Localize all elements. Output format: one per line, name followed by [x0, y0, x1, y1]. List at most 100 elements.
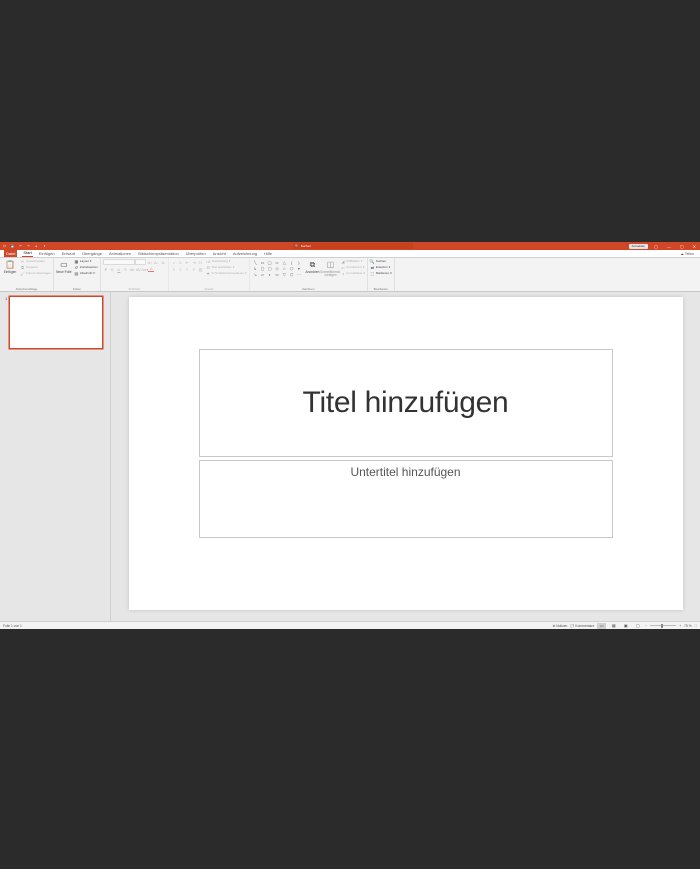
font-color-button[interactable]: A [148, 266, 154, 272]
text-direction-button[interactable]: ↕ATextrichtung ▾ [206, 259, 247, 264]
shapes-more-button[interactable]: ⋯ [297, 272, 301, 277]
comments-button[interactable]: 💬 Kommentare [570, 624, 594, 628]
text-direction-icon: ↕A [206, 259, 211, 264]
redo-icon[interactable]: ↷ [26, 244, 31, 248]
quick-access-toolbar: ⏻ 💾 ↶ ↷ ▸ ▾ [2, 244, 47, 248]
strike-button[interactable]: S [122, 266, 128, 272]
align-left-button[interactable]: ≡ [171, 266, 177, 272]
shape-effects-icon: ◑ [340, 271, 345, 276]
shape-triangle-icon: △ [283, 260, 286, 265]
reset-button[interactable]: ↺Zurücksetzen [74, 265, 98, 270]
tab-recording[interactable]: Aufzeichnung [232, 250, 258, 258]
shape-effects-button[interactable]: ◑Formeffekte ▾ [340, 271, 364, 276]
arrange-button[interactable]: ⧉ Anordnen [304, 259, 320, 274]
new-slide-icon: ▭ [58, 259, 69, 270]
line-spacing-button[interactable]: ≡↕ [198, 259, 204, 265]
shape-outline-button[interactable]: ▭Formkontur ▾ [340, 265, 364, 270]
tab-home[interactable]: Start [22, 249, 32, 258]
tab-design[interactable]: Entwurf [61, 250, 77, 258]
zoom-out-button[interactable]: − [645, 624, 647, 628]
italic-button[interactable]: K [109, 266, 115, 272]
fit-to-window-button[interactable]: ⛶ [695, 624, 697, 628]
thumbnail-number: 1 [5, 296, 7, 349]
numbering-button[interactable]: 1. [178, 259, 184, 265]
format-painter-button[interactable]: 🖌Format übertragen [20, 271, 51, 276]
justify-button[interactable]: ≡ [191, 266, 197, 272]
tab-review[interactable]: Überprüfen [185, 250, 207, 258]
reset-icon: ↺ [74, 265, 79, 270]
shape-hexagon-icon: ⬡ [290, 266, 294, 271]
decrease-indent-button[interactable]: ⇤ [184, 259, 190, 265]
notes-button[interactable]: ≐ Notizen [553, 624, 568, 628]
ribbon-tabs: Datei Start Einfügen Entwurf Übergänge A… [0, 250, 700, 258]
tab-slideshow[interactable]: Bildschirmpräsentation [137, 250, 179, 258]
powerpoint-window: ⏻ 💾 ↶ ↷ ▸ ▾ Präsentation1 - PowerPoint 🔍… [0, 242, 700, 629]
status-bar: Folie 1 von 1 ≐ Notizen 💬 Kommentare ▭ ▦… [0, 621, 700, 629]
align-text-icon: ⊟ [206, 265, 211, 270]
convert-smartart-button[interactable]: ⬘In SmartArt konvertieren ▾ [206, 271, 247, 276]
save-icon[interactable]: 💾 [10, 244, 15, 248]
autosave-toggle[interactable]: ⏻ [2, 244, 7, 248]
view-sorter-button[interactable]: ▦ [609, 623, 618, 629]
ribbon-display-options[interactable]: ▢ [651, 244, 661, 249]
increase-indent-button[interactable]: ⇥ [191, 259, 197, 265]
underline-button[interactable]: U [116, 266, 122, 272]
slide-counter[interactable]: Folie 1 von 1 [3, 624, 22, 628]
shape-callout-icon: ◇ [276, 266, 279, 271]
copy-button[interactable]: ⧉Kopieren [20, 265, 51, 270]
change-case-button[interactable]: Aa▾ [142, 266, 148, 272]
quick-styles-button[interactable]: ◫ Schnellformat-vorlagen [322, 259, 338, 278]
align-text-button[interactable]: ⊟Text ausrichten ▾ [206, 265, 247, 270]
tab-animations[interactable]: Animationen [108, 250, 132, 258]
font-size-combo[interactable] [135, 259, 146, 265]
shadow-button[interactable]: ab [129, 266, 135, 272]
view-normal-button[interactable]: ▭ [597, 623, 606, 629]
qat-customize-icon[interactable]: ▾ [42, 244, 47, 248]
minimize-button[interactable]: — [664, 244, 674, 249]
find-button[interactable]: 🔍Suchen [370, 259, 392, 264]
sign-in-button[interactable]: Anmelden [629, 244, 649, 249]
view-reading-button[interactable]: ▣ [621, 623, 630, 629]
font-name-combo[interactable] [103, 259, 135, 265]
tab-view[interactable]: Ansicht [212, 250, 227, 258]
undo-icon[interactable]: ↶ [18, 244, 23, 248]
shape-fill-button[interactable]: ◢Füllfarben ▾ [340, 259, 364, 264]
slide-thumbnail-1[interactable] [9, 296, 103, 349]
align-center-button[interactable]: ≡ [178, 266, 184, 272]
increase-font-icon[interactable]: A↑ [147, 259, 153, 265]
search-box[interactable]: 🔍 Suchen [293, 243, 413, 249]
shapes-gallery[interactable]: ╲▭◯⇨△{} ↳▢▢◇☆⬡▾ ↘▱◐⇦▽⬠⋯ [252, 259, 303, 278]
slide[interactable]: Titel hinzufügen Untertitel hinzufügen [129, 297, 683, 610]
tab-help[interactable]: Hilfe [263, 250, 273, 258]
align-right-button[interactable]: ≡ [184, 266, 190, 272]
zoom-slider[interactable] [650, 625, 676, 626]
tab-insert[interactable]: Einfügen [38, 250, 56, 258]
tab-transitions[interactable]: Übergänge [81, 250, 103, 258]
new-slide-button[interactable]: ▭ Neue Folie [56, 259, 72, 274]
decrease-font-icon[interactable]: A↓ [153, 259, 159, 265]
bold-button[interactable]: F [103, 266, 109, 272]
title-placeholder[interactable]: Titel hinzufügen [199, 349, 613, 457]
replace-button[interactable]: ⇄Ersetzen ▾ [370, 265, 392, 270]
zoom-percentage[interactable]: 75 % [684, 624, 692, 628]
zoom-in-button[interactable]: + [679, 624, 681, 628]
share-button[interactable]: ☁ Teilen [680, 252, 694, 256]
columns-button[interactable]: ▥ [198, 266, 204, 272]
section-button[interactable]: ▤Abschnitt ▾ [74, 271, 98, 276]
slideshow-start-icon[interactable]: ▸ [34, 244, 39, 248]
clear-formatting-icon[interactable]: A̶ [160, 259, 166, 265]
close-button[interactable]: ✕ [690, 244, 699, 249]
maximize-button[interactable]: ▢ [677, 244, 687, 249]
view-slideshow-button[interactable]: ▢ [633, 623, 642, 629]
layout-button[interactable]: ▦Layout ▾ [74, 259, 98, 264]
find-icon: 🔍 [370, 259, 375, 264]
select-button[interactable]: ⬚Markieren ▾ [370, 271, 392, 276]
shape-line-icon: ╲ [254, 260, 256, 265]
tab-file[interactable]: Datei [4, 250, 17, 258]
subtitle-placeholder[interactable]: Untertitel hinzufügen [199, 460, 613, 538]
bullets-button[interactable]: • [171, 259, 177, 265]
shape-2-3: ◐ [269, 272, 271, 277]
paste-icon: 📋 [5, 259, 16, 270]
paste-button[interactable]: 📋 Einfügen [2, 259, 18, 274]
cut-button[interactable]: ✂Ausschneiden [20, 259, 51, 264]
